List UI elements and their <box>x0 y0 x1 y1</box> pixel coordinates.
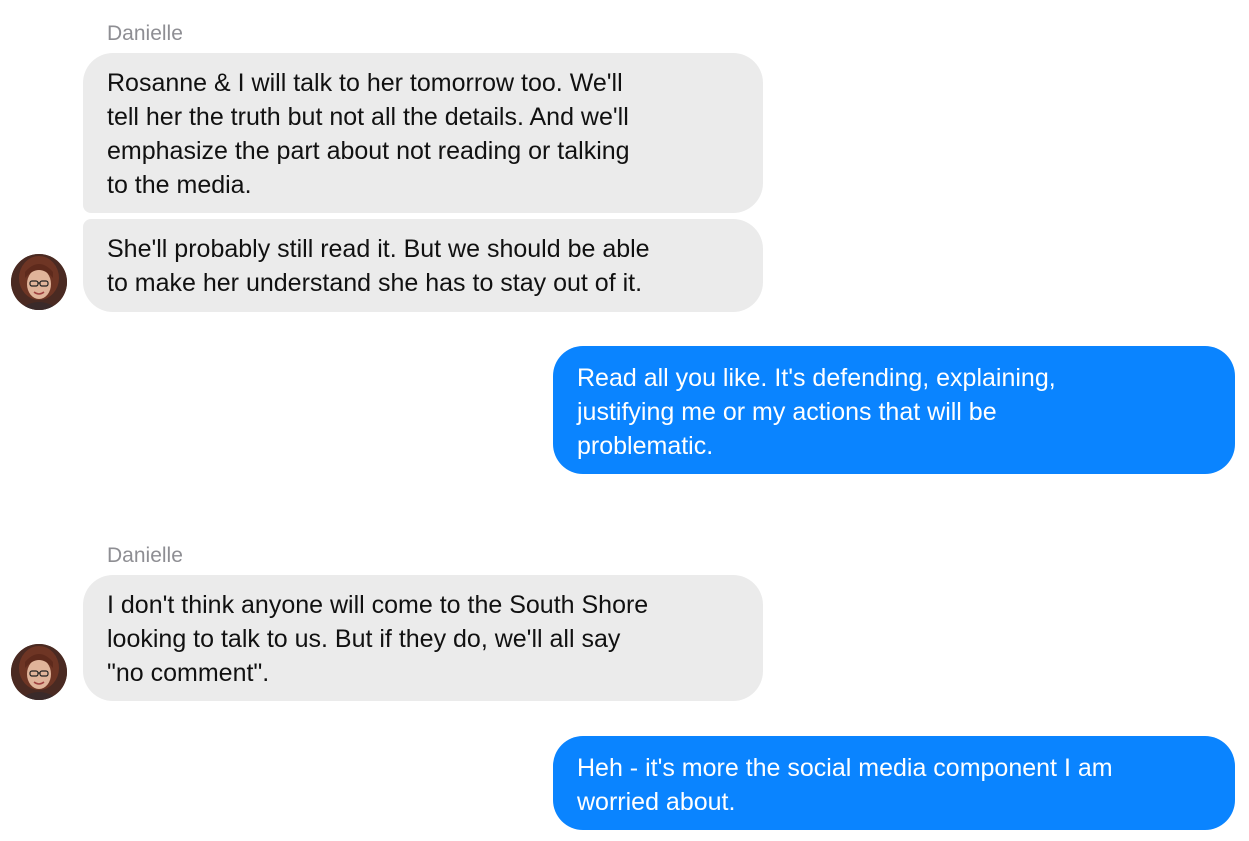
sender-name: Danielle <box>107 22 183 45</box>
incoming-message-bubble[interactable]: She'll probably still read it. But we sh… <box>83 219 763 312</box>
incoming-message-bubble[interactable]: Rosanne & I will talk to her tomorrow to… <box>83 53 763 213</box>
outgoing-message-bubble[interactable]: Heh - it's more the social media compone… <box>553 736 1235 830</box>
outgoing-message-bubble[interactable]: Read all you like. It's defending, expla… <box>553 346 1235 474</box>
contact-avatar[interactable] <box>11 254 67 310</box>
avatar-photo-icon <box>11 254 67 310</box>
contact-avatar[interactable] <box>11 644 67 700</box>
avatar-photo-icon <box>11 644 67 700</box>
sender-name: Danielle <box>107 544 183 567</box>
incoming-message-bubble[interactable]: I don't think anyone will come to the So… <box>83 575 763 701</box>
